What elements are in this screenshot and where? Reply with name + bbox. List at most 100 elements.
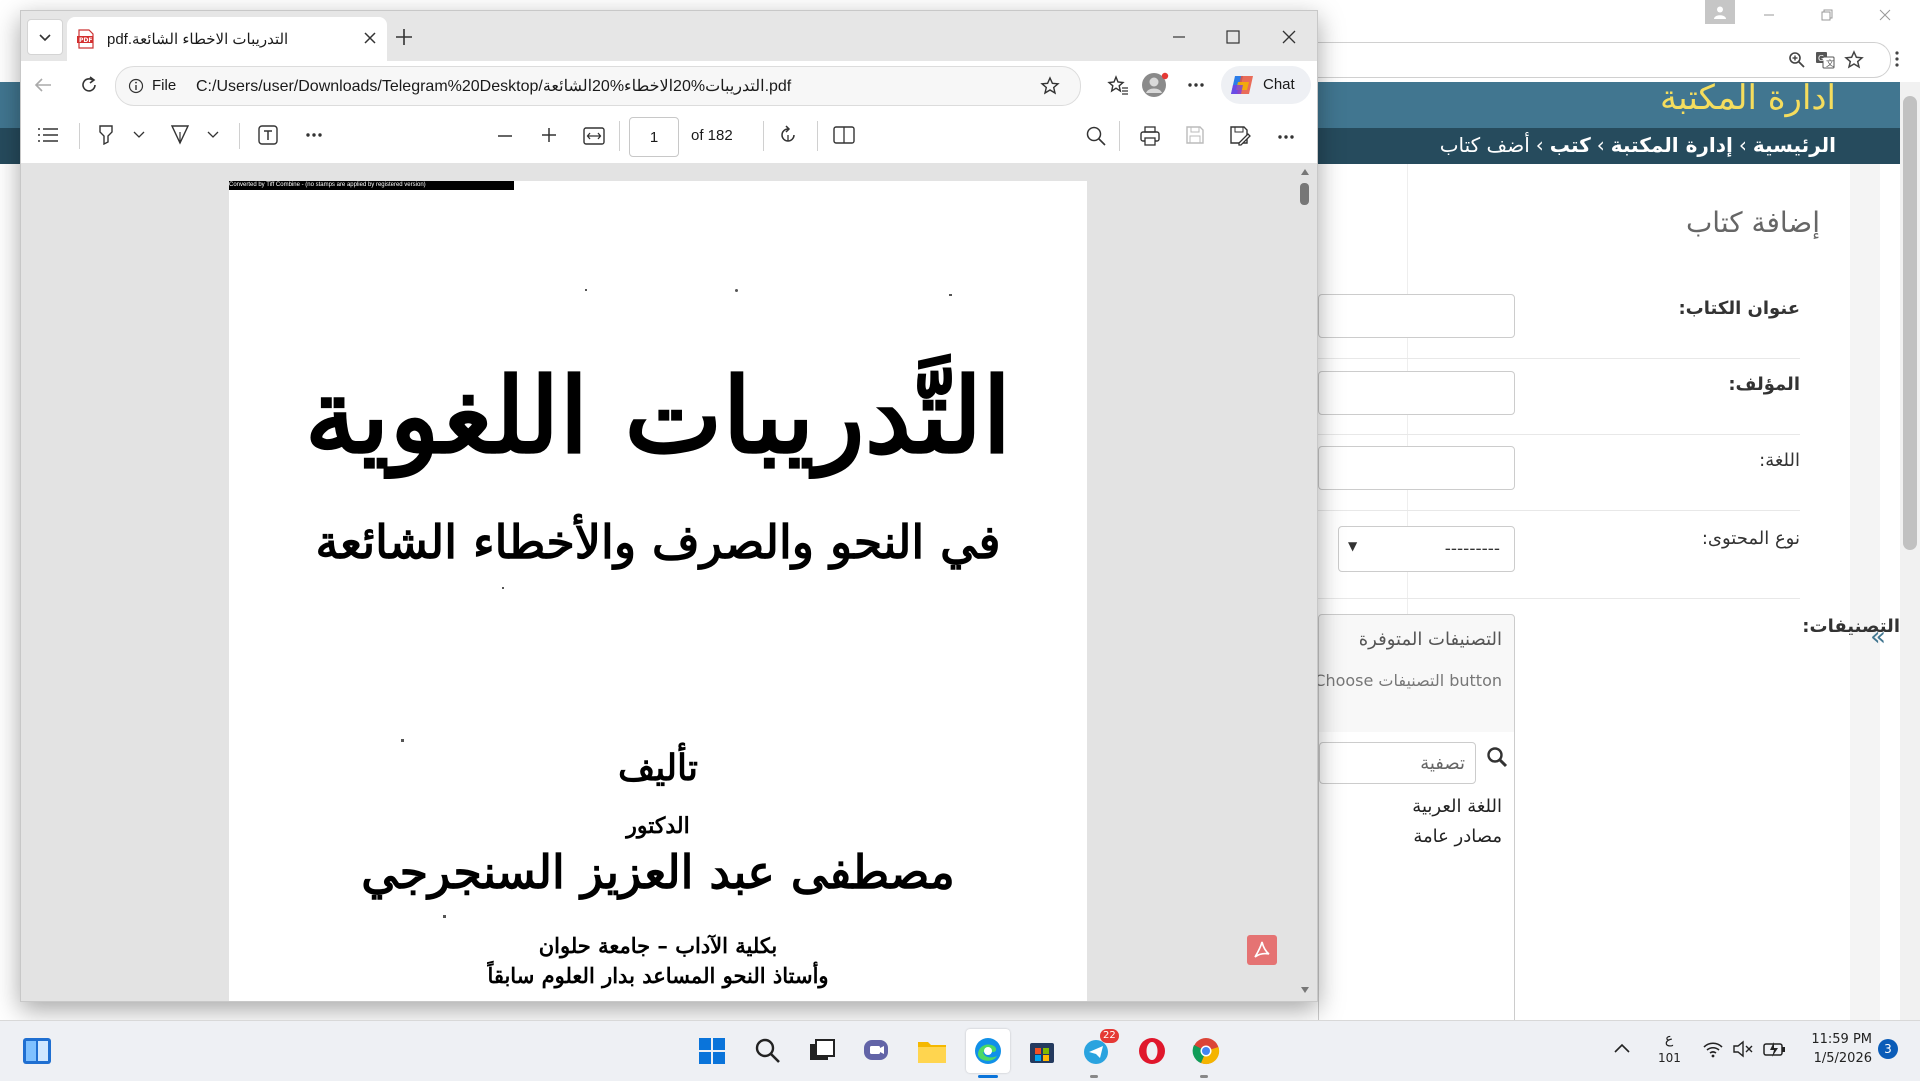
more-tools-icon[interactable] [305, 132, 323, 138]
pdf-scrollbar-thumb[interactable] [1300, 183, 1309, 205]
minimize-icon[interactable] [1762, 8, 1776, 22]
favorites-icon[interactable] [1107, 75, 1129, 95]
restore-icon[interactable] [1820, 8, 1834, 22]
content-type-value: --------- [1444, 539, 1500, 559]
category-option[interactable]: مصادر عامة [1413, 826, 1502, 847]
pdf-viewer: Converted by Tiff Combine - (no stamps a… [21, 163, 1317, 1001]
tab-actions-button[interactable] [27, 19, 63, 55]
pdf-more-icon[interactable] [1277, 134, 1295, 140]
available-categories-panel: التصنيفات المتوفرة Choose التصنيفات butt… [1314, 614, 1515, 734]
browser-menu-icon[interactable] [1895, 50, 1899, 68]
new-tab-icon[interactable] [395, 28, 413, 46]
background-address-bar[interactable]: G文 [1318, 42, 1891, 78]
chrome-icon[interactable] [1186, 1031, 1226, 1071]
breadcrumb-books[interactable]: كتب [1550, 133, 1591, 157]
clock[interactable]: 11:59 PM 1/5/2026 [1804, 1030, 1872, 1068]
copilot-chat-button[interactable]: Chat [1221, 66, 1311, 104]
rotate-icon[interactable] [777, 124, 799, 146]
table-of-contents-icon[interactable] [37, 126, 59, 144]
favorite-star-icon[interactable] [1040, 76, 1060, 96]
telegram-badge: 22 [1100, 1029, 1119, 1043]
fit-to-width-icon[interactable] [583, 126, 605, 146]
scroll-down-icon[interactable] [1301, 987, 1309, 993]
page-view-icon[interactable] [833, 125, 855, 145]
print-icon[interactable] [1139, 125, 1161, 147]
close-icon[interactable] [1281, 29, 1297, 45]
close-icon[interactable] [1878, 8, 1892, 22]
clock-time: 11:59 PM [1811, 1032, 1872, 1047]
form-title: إضافة كتاب [1685, 206, 1820, 239]
breadcrumb-app[interactable]: إدارة المكتبة [1611, 133, 1733, 157]
category-options-list[interactable]: اللغة العربية مصادر عامة [1318, 788, 1515, 1021]
more-menu-icon[interactable] [1187, 82, 1205, 88]
search-icon [1486, 746, 1508, 768]
bookmark-star-icon[interactable] [1844, 50, 1864, 70]
widgets-icon[interactable] [22, 1037, 52, 1065]
field-label: نوع المحتوى: [1701, 528, 1800, 549]
address-url[interactable]: C:/Users/user/Downloads/Telegram%20Deskt… [196, 76, 936, 96]
scroll-up-icon[interactable] [1301, 169, 1309, 175]
draw-icon[interactable] [169, 123, 191, 145]
zoom-in-icon[interactable] [541, 127, 557, 143]
chevron-down-icon[interactable] [133, 131, 145, 139]
active-tab[interactable]: PDF pdf.التدريبات الاخطاء الشائعة [67, 17, 387, 61]
start-button[interactable] [692, 1031, 732, 1071]
meet-icon[interactable] [856, 1031, 896, 1071]
file-explorer-icon[interactable] [912, 1031, 952, 1071]
page-scrollbar-thumb[interactable] [1903, 96, 1917, 550]
telegram-icon[interactable]: 22 [1078, 1029, 1119, 1071]
content-type-select[interactable]: ▼ --------- [1338, 526, 1515, 572]
field-row-language: اللغة: [1318, 436, 1800, 511]
refresh-icon[interactable] [79, 75, 99, 95]
opera-icon[interactable] [1132, 1031, 1172, 1071]
category-option[interactable]: اللغة العربية [1412, 796, 1502, 817]
dropdown-arrow-icon: ▼ [1348, 539, 1358, 553]
zoom-icon[interactable] [1788, 51, 1806, 69]
language-input[interactable] [1318, 446, 1515, 490]
breadcrumb-current: أضف كتاب [1439, 133, 1530, 157]
profile-avatar[interactable] [1141, 71, 1171, 99]
book-title-input[interactable] [1318, 294, 1515, 338]
category-filter-input[interactable]: تصفية [1319, 742, 1476, 784]
copilot-label: Chat [1263, 76, 1295, 93]
minimize-icon[interactable] [1171, 29, 1187, 45]
page-number-input[interactable]: 1 [629, 117, 679, 157]
task-view-icon[interactable] [802, 1031, 842, 1071]
translate-icon[interactable]: G文 [1815, 50, 1835, 70]
breadcrumb-separator: › [1596, 133, 1605, 157]
address-scheme-label: File [152, 77, 177, 94]
search-icon[interactable] [748, 1031, 788, 1071]
address-bar[interactable]: File C:/Users/user/Downloads/Telegram%20… [115, 66, 1081, 106]
acrobat-icon[interactable] [1247, 935, 1277, 965]
doctor-label: الدكتور [626, 813, 690, 839]
site-title[interactable]: ادارة المكتبة [1660, 78, 1836, 118]
notification-count-badge[interactable]: 3 [1878, 1039, 1898, 1059]
tab-close-icon[interactable] [363, 31, 377, 45]
highlight-icon[interactable] [95, 123, 117, 145]
add-text-icon[interactable] [257, 124, 279, 146]
search-icon[interactable] [1085, 125, 1107, 147]
volume-muted-icon[interactable] [1732, 1040, 1754, 1058]
chevron-up-icon[interactable] [1614, 1043, 1630, 1053]
maximize-icon[interactable] [1225, 29, 1241, 45]
info-icon[interactable] [128, 78, 144, 94]
profile-icon[interactable] [1705, 0, 1735, 24]
back-icon[interactable] [33, 76, 53, 94]
chevron-down-icon[interactable] [207, 131, 219, 139]
save-as-icon[interactable] [1229, 125, 1251, 147]
svg-text:文: 文 [1826, 58, 1834, 68]
battery-charging-icon[interactable] [1762, 1039, 1788, 1059]
author-input[interactable] [1318, 371, 1515, 415]
store-icon[interactable] [1022, 1031, 1062, 1071]
save-icon[interactable] [1185, 125, 1205, 145]
pdf-scrollbar[interactable] [1292, 163, 1317, 1001]
collapse-sidebar-icon[interactable]: « [1870, 622, 1886, 652]
tab-title: pdf.التدريبات الاخطاء الشائعة [107, 31, 289, 48]
active-app-indicator [978, 1075, 998, 1078]
breadcrumb-home[interactable]: الرئيسية [1753, 133, 1836, 157]
zoom-out-icon[interactable] [497, 134, 513, 138]
field-row-title: عنوان الكتاب: [1318, 284, 1800, 359]
input-language-indicator[interactable]: ع 101 [1658, 1030, 1681, 1068]
wifi-icon[interactable] [1702, 1040, 1724, 1058]
edge-icon[interactable] [966, 1029, 1010, 1073]
